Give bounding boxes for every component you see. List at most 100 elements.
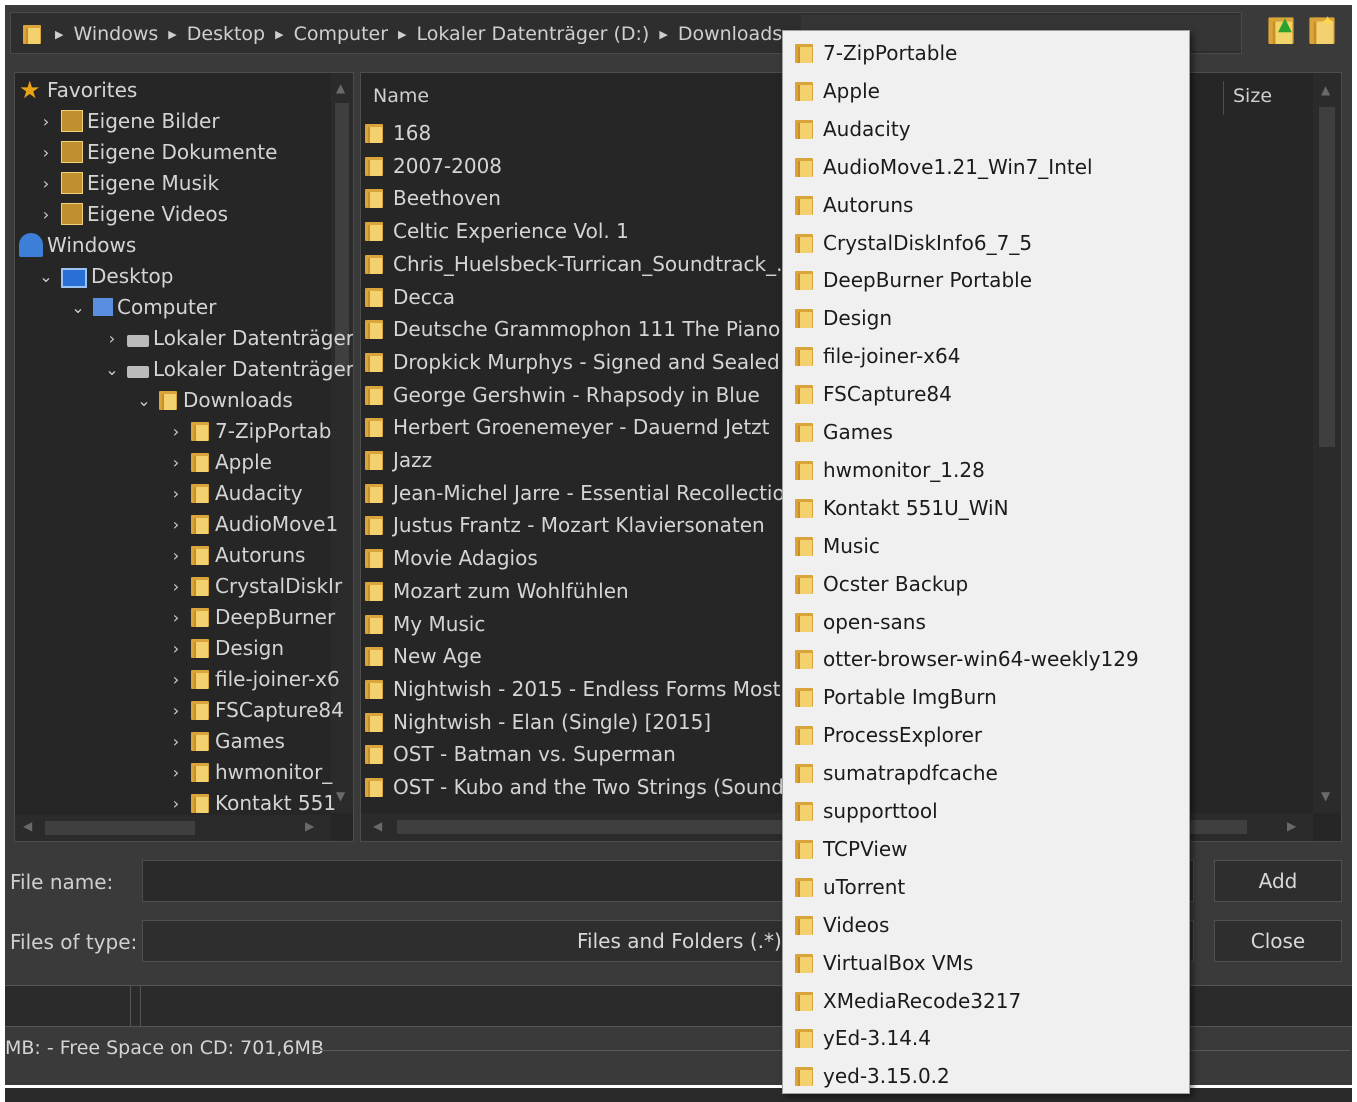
chevron-right-icon[interactable]: › bbox=[103, 329, 121, 348]
scroll-right-icon[interactable]: ▶ bbox=[1287, 819, 1296, 833]
chevron-right-icon[interactable]: › bbox=[167, 794, 185, 813]
list-item[interactable]: Dropkick Murphys - Signed and Sealed ... bbox=[365, 347, 805, 377]
tree-item[interactable]: › Lokaler Datenträger bbox=[103, 323, 353, 353]
dropdown-item[interactable]: CrystalDiskInfo6_7_5 bbox=[795, 227, 1032, 259]
chevron-right-icon[interactable]: › bbox=[37, 143, 55, 162]
chevron-right-icon[interactable]: › bbox=[167, 484, 185, 503]
dropdown-item[interactable]: AudioMove1.21_Win7_Intel bbox=[795, 151, 1093, 183]
list-item[interactable]: Herbert Groenemeyer - Dauernd Jetzt bbox=[365, 412, 770, 442]
list-scrollbar[interactable]: ▲ ▼ bbox=[1313, 73, 1341, 813]
breadcrumb-item[interactable]: Lokaler Datenträger (D:) bbox=[411, 23, 656, 45]
scroll-up-icon[interactable]: ▲ bbox=[1321, 83, 1330, 97]
chevron-down-icon[interactable]: ⌄ bbox=[37, 267, 55, 286]
chevron-right-icon[interactable]: › bbox=[167, 515, 185, 534]
chevron-right-icon[interactable]: › bbox=[167, 453, 185, 472]
tree-item[interactable]: Windows bbox=[19, 230, 136, 260]
dropdown-item[interactable]: hwmonitor_1.28 bbox=[795, 454, 985, 486]
chevron-right-icon[interactable]: › bbox=[167, 732, 185, 751]
list-item[interactable]: OST - Kubo and the Two Strings (Sound... bbox=[365, 772, 803, 802]
breadcrumb-separator-icon[interactable]: ▶ bbox=[271, 28, 287, 41]
chevron-down-icon[interactable]: ⌄ bbox=[103, 360, 121, 379]
list-item[interactable]: 2007-2008 bbox=[365, 151, 502, 181]
breadcrumb-item[interactable]: Downloads bbox=[672, 23, 788, 45]
tree-item[interactable]: › DeepBurner bbox=[167, 602, 335, 632]
tree-item[interactable]: ⌄ Desktop bbox=[37, 261, 173, 291]
chevron-right-icon[interactable]: › bbox=[167, 422, 185, 441]
dropdown-item[interactable]: Audacity bbox=[795, 113, 911, 145]
folder-tree[interactable]: ▲ ▼ ◀ ▶ ★ Favorites › Eigene Bilder › Eigene … bbox=[14, 72, 354, 842]
tree-item[interactable]: › Kontakt 551 bbox=[167, 788, 336, 818]
scroll-down-icon[interactable]: ▼ bbox=[336, 789, 345, 803]
list-item[interactable]: Beethoven bbox=[365, 183, 501, 213]
chevron-right-icon[interactable]: › bbox=[167, 639, 185, 658]
list-item[interactable]: Mozart zum Wohlfühlen bbox=[365, 576, 629, 606]
list-item[interactable]: 168 bbox=[365, 118, 431, 148]
tree-item[interactable]: › Eigene Musik bbox=[37, 168, 219, 198]
tree-hscrollbar[interactable]: ◀ ▶ bbox=[15, 815, 331, 841]
tree-item[interactable]: › CrystalDiskIr bbox=[167, 571, 342, 601]
dropdown-item[interactable]: DeepBurner Portable bbox=[795, 264, 1032, 296]
up-folder-button[interactable]: ▲ bbox=[1266, 14, 1296, 48]
breadcrumb-item[interactable]: Windows bbox=[67, 23, 164, 45]
breadcrumb-item[interactable]: Desktop bbox=[181, 23, 271, 45]
tree-item[interactable]: › Eigene Dokumente bbox=[37, 137, 278, 167]
tree-item[interactable]: › Games bbox=[167, 726, 285, 756]
list-item[interactable]: Movie Adagios bbox=[365, 543, 538, 573]
list-scroll-thumb[interactable] bbox=[1319, 107, 1335, 447]
dropdown-item[interactable]: Videos bbox=[795, 909, 889, 941]
tree-item[interactable]: › hwmonitor_ bbox=[167, 757, 333, 787]
column-header-size[interactable]: Size bbox=[1233, 85, 1272, 107]
tree-item[interactable]: › FSCapture84 bbox=[167, 695, 344, 725]
list-item[interactable]: Deutsche Grammophon 111 The Piano ... bbox=[365, 314, 806, 344]
dropdown-item[interactable]: 7-ZipPortable bbox=[795, 37, 957, 69]
tree-item[interactable]: › 7-ZipPortab bbox=[167, 416, 332, 446]
breadcrumb-separator-icon[interactable]: ▶ bbox=[655, 28, 671, 41]
tree-item[interactable]: › file-joiner-x6 bbox=[167, 664, 340, 694]
scroll-left-icon[interactable]: ◀ bbox=[373, 819, 382, 833]
dropdown-item[interactable]: supporttool bbox=[795, 795, 938, 827]
breadcrumb-dropdown[interactable]: 7-ZipPortable Apple Audacity AudioMove1.21_… bbox=[782, 30, 1190, 1094]
chevron-right-icon[interactable]: › bbox=[167, 577, 185, 596]
column-header-name[interactable]: Name bbox=[373, 85, 429, 107]
tree-item[interactable]: ⌄ Computer bbox=[69, 292, 216, 322]
list-item[interactable]: Nightwish - Elan (Single) [2015] bbox=[365, 707, 711, 737]
dropdown-item[interactable]: Games bbox=[795, 416, 893, 448]
list-item[interactable]: Justus Frantz - Mozart Klaviersonaten bbox=[365, 510, 765, 540]
tree-item[interactable]: › Autoruns bbox=[167, 540, 306, 570]
tree-item[interactable]: ⌄ Downloads bbox=[135, 385, 293, 415]
chevron-right-icon[interactable]: › bbox=[167, 701, 185, 720]
dropdown-item[interactable]: open-sans bbox=[795, 606, 926, 638]
dropdown-item[interactable]: yEd-3.14.4 bbox=[795, 1022, 931, 1054]
list-item[interactable]: My Music bbox=[365, 609, 485, 639]
dropdown-item[interactable]: VirtualBox VMs bbox=[795, 947, 973, 979]
close-button[interactable]: Close bbox=[1214, 920, 1342, 962]
breadcrumb-separator-icon[interactable]: ▶ bbox=[51, 28, 67, 41]
new-folder-button[interactable]: ✦ bbox=[1307, 12, 1337, 48]
dropdown-item[interactable]: Autoruns bbox=[795, 189, 913, 221]
list-item[interactable]: Jazz bbox=[365, 445, 432, 475]
list-item[interactable]: New Age bbox=[365, 641, 482, 671]
dropdown-item[interactable]: Kontakt 551U_WiN bbox=[795, 492, 1009, 524]
scroll-down-icon[interactable]: ▼ bbox=[1321, 789, 1330, 803]
chevron-right-icon[interactable]: › bbox=[37, 174, 55, 193]
dropdown-item[interactable]: Design bbox=[795, 302, 892, 334]
chevron-down-icon[interactable]: ⌄ bbox=[69, 298, 87, 317]
tree-item[interactable]: › Apple bbox=[167, 447, 272, 477]
tree-item[interactable]: › AudioMove1 bbox=[167, 509, 338, 539]
tree-hscroll-thumb[interactable] bbox=[45, 821, 195, 835]
chevron-right-icon[interactable]: › bbox=[167, 608, 185, 627]
chevron-right-icon[interactable]: › bbox=[167, 763, 185, 782]
scroll-left-icon[interactable]: ◀ bbox=[23, 819, 32, 833]
breadcrumb-separator-icon[interactable]: ▶ bbox=[394, 28, 410, 41]
scroll-up-icon[interactable]: ▲ bbox=[336, 81, 345, 95]
tree-item[interactable]: › Eigene Bilder bbox=[37, 106, 220, 136]
tree-item[interactable]: ⌄ Lokaler Datenträger bbox=[103, 354, 353, 384]
chevron-right-icon[interactable]: › bbox=[37, 205, 55, 224]
chevron-right-icon[interactable]: › bbox=[37, 112, 55, 131]
list-item[interactable]: Nightwish - 2015 - Endless Forms Most ..… bbox=[365, 674, 806, 704]
dropdown-item[interactable]: XMediaRecode3217 bbox=[795, 985, 1021, 1017]
list-item[interactable]: Jean-Michel Jarre - Essential Recollecti… bbox=[365, 478, 803, 508]
dropdown-item[interactable]: file-joiner-x64 bbox=[795, 340, 960, 372]
list-item[interactable]: George Gershwin - Rhapsody in Blue bbox=[365, 380, 760, 410]
dropdown-item[interactable]: Ocster Backup bbox=[795, 568, 968, 600]
